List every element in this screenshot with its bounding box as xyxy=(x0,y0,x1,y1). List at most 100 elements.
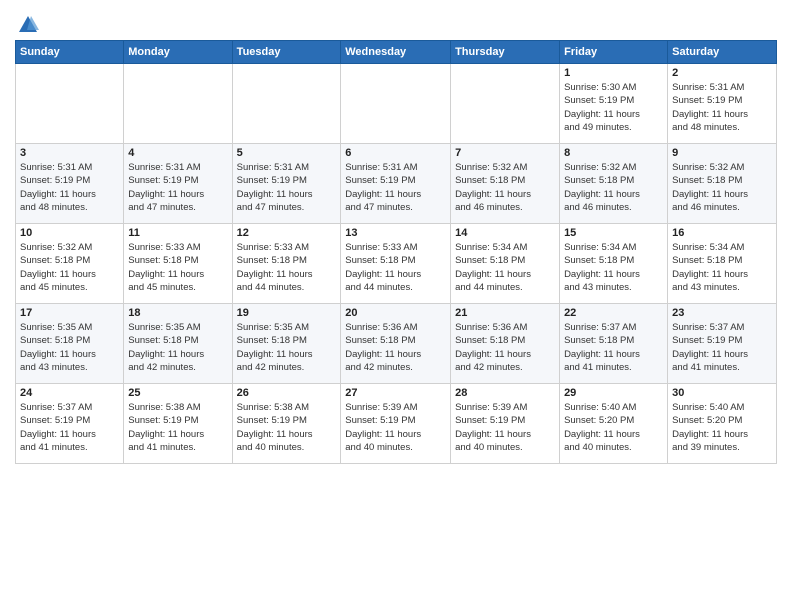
calendar-cell: 28 Sunrise: 5:39 AMSunset: 5:19 PMDayligh… xyxy=(451,384,560,464)
calendar-cell: 1 Sunrise: 5:30 AMSunset: 5:19 PMDaylight… xyxy=(560,64,668,144)
day-info: Sunrise: 5:31 AMSunset: 5:19 PMDaylight:… xyxy=(237,161,337,214)
day-info: Sunrise: 5:32 AMSunset: 5:18 PMDaylight:… xyxy=(564,161,663,214)
calendar-cell: 25 Sunrise: 5:38 AMSunset: 5:19 PMDayligh… xyxy=(124,384,232,464)
calendar-cell: 19 Sunrise: 5:35 AMSunset: 5:18 PMDayligh… xyxy=(232,304,341,384)
week-row-5: 24 Sunrise: 5:37 AMSunset: 5:19 PMDayligh… xyxy=(16,384,777,464)
calendar-cell: 11Sunrise: 5:33 AMSunset: 5:18 PMDayligh… xyxy=(124,224,232,304)
calendar-cell xyxy=(232,64,341,144)
weekday-header-monday: Monday xyxy=(124,41,232,64)
calendar-cell: 29 Sunrise: 5:40 AMSunset: 5:20 PMDayligh… xyxy=(560,384,668,464)
calendar-cell: 17 Sunrise: 5:35 AMSunset: 5:18 PMDayligh… xyxy=(16,304,124,384)
logo-area xyxy=(15,14,39,36)
day-number: 18 xyxy=(128,307,227,319)
day-number: 9 xyxy=(672,147,772,159)
calendar-cell xyxy=(16,64,124,144)
calendar-cell: 7Sunrise: 5:32 AMSunset: 5:18 PMDaylight… xyxy=(451,144,560,224)
weekday-header-wednesday: Wednesday xyxy=(341,41,451,64)
header xyxy=(15,10,777,36)
weekday-header-friday: Friday xyxy=(560,41,668,64)
day-info: Sunrise: 5:32 AMSunset: 5:18 PMDaylight:… xyxy=(20,241,119,294)
day-info: Sunrise: 5:30 AMSunset: 5:19 PMDaylight:… xyxy=(564,81,663,134)
weekday-header-thursday: Thursday xyxy=(451,41,560,64)
calendar-cell: 4Sunrise: 5:31 AMSunset: 5:19 PMDaylight… xyxy=(124,144,232,224)
day-info: Sunrise: 5:32 AMSunset: 5:18 PMDaylight:… xyxy=(455,161,555,214)
calendar-cell xyxy=(124,64,232,144)
day-number: 23 xyxy=(672,307,772,319)
day-number: 2 xyxy=(672,67,772,79)
day-info: Sunrise: 5:32 AMSunset: 5:18 PMDaylight:… xyxy=(672,161,772,214)
calendar-cell: 16 Sunrise: 5:34 AMSunset: 5:18 PMDayligh… xyxy=(668,224,777,304)
day-info: Sunrise: 5:36 AMSunset: 5:18 PMDaylight:… xyxy=(455,321,555,374)
day-number: 22 xyxy=(564,307,663,319)
day-number: 29 xyxy=(564,387,663,399)
calendar-cell: 15Sunrise: 5:34 AMSunset: 5:18 PMDayligh… xyxy=(560,224,668,304)
calendar-cell: 26 Sunrise: 5:38 AMSunset: 5:19 PMDayligh… xyxy=(232,384,341,464)
day-number: 24 xyxy=(20,387,119,399)
calendar-cell: 10 Sunrise: 5:32 AMSunset: 5:18 PMDayligh… xyxy=(16,224,124,304)
calendar-header: SundayMondayTuesdayWednesdayThursdayFrid… xyxy=(16,41,777,64)
logo xyxy=(15,14,39,36)
day-number: 10 xyxy=(20,227,119,239)
day-number: 13 xyxy=(345,227,446,239)
calendar-cell xyxy=(341,64,451,144)
calendar-body: 1 Sunrise: 5:30 AMSunset: 5:19 PMDaylight… xyxy=(16,64,777,464)
calendar-cell: 6 Sunrise: 5:31 AMSunset: 5:19 PMDaylight… xyxy=(341,144,451,224)
calendar-cell: 13 Sunrise: 5:33 AMSunset: 5:18 PMDayligh… xyxy=(341,224,451,304)
day-info: Sunrise: 5:40 AMSunset: 5:20 PMDaylight:… xyxy=(672,401,772,454)
day-info: Sunrise: 5:35 AMSunset: 5:18 PMDaylight:… xyxy=(237,321,337,374)
day-info: Sunrise: 5:33 AMSunset: 5:18 PMDaylight:… xyxy=(345,241,446,294)
day-info: Sunrise: 5:39 AMSunset: 5:19 PMDaylight:… xyxy=(345,401,446,454)
day-number: 19 xyxy=(237,307,337,319)
day-info: Sunrise: 5:36 AMSunset: 5:18 PMDaylight:… xyxy=(345,321,446,374)
calendar-cell xyxy=(451,64,560,144)
day-info: Sunrise: 5:38 AMSunset: 5:19 PMDaylight:… xyxy=(128,401,227,454)
calendar-table: SundayMondayTuesdayWednesdayThursdayFrid… xyxy=(15,40,777,464)
calendar-cell: 24 Sunrise: 5:37 AMSunset: 5:19 PMDayligh… xyxy=(16,384,124,464)
day-info: Sunrise: 5:33 AMSunset: 5:18 PMDaylight:… xyxy=(237,241,337,294)
calendar-cell: 14 Sunrise: 5:34 AMSunset: 5:18 PMDayligh… xyxy=(451,224,560,304)
day-info: Sunrise: 5:39 AMSunset: 5:19 PMDaylight:… xyxy=(455,401,555,454)
day-info: Sunrise: 5:37 AMSunset: 5:19 PMDaylight:… xyxy=(672,321,772,374)
day-number: 5 xyxy=(237,147,337,159)
weekday-header-sunday: Sunday xyxy=(16,41,124,64)
day-number: 14 xyxy=(455,227,555,239)
week-row-3: 10 Sunrise: 5:32 AMSunset: 5:18 PMDayligh… xyxy=(16,224,777,304)
calendar-cell: 20 Sunrise: 5:36 AMSunset: 5:18 PMDayligh… xyxy=(341,304,451,384)
calendar-cell: 8 Sunrise: 5:32 AMSunset: 5:18 PMDaylight… xyxy=(560,144,668,224)
weekday-header-tuesday: Tuesday xyxy=(232,41,341,64)
calendar-cell: 9 Sunrise: 5:32 AMSunset: 5:18 PMDaylight… xyxy=(668,144,777,224)
day-number: 6 xyxy=(345,147,446,159)
calendar-cell: 5 Sunrise: 5:31 AMSunset: 5:19 PMDaylight… xyxy=(232,144,341,224)
day-info: Sunrise: 5:35 AMSunset: 5:18 PMDaylight:… xyxy=(20,321,119,374)
week-row-4: 17 Sunrise: 5:35 AMSunset: 5:18 PMDayligh… xyxy=(16,304,777,384)
calendar-cell: 3 Sunrise: 5:31 AMSunset: 5:19 PMDaylight… xyxy=(16,144,124,224)
weekday-header-saturday: Saturday xyxy=(668,41,777,64)
day-info: Sunrise: 5:31 AMSunset: 5:19 PMDaylight:… xyxy=(20,161,119,214)
day-info: Sunrise: 5:34 AMSunset: 5:18 PMDaylight:… xyxy=(455,241,555,294)
calendar-cell: 23 Sunrise: 5:37 AMSunset: 5:19 PMDayligh… xyxy=(668,304,777,384)
day-number: 28 xyxy=(455,387,555,399)
day-info: Sunrise: 5:38 AMSunset: 5:19 PMDaylight:… xyxy=(237,401,337,454)
day-info: Sunrise: 5:37 AMSunset: 5:19 PMDaylight:… xyxy=(20,401,119,454)
day-number: 3 xyxy=(20,147,119,159)
day-info: Sunrise: 5:34 AMSunset: 5:18 PMDaylight:… xyxy=(564,241,663,294)
day-number: 21 xyxy=(455,307,555,319)
calendar-cell: 2Sunrise: 5:31 AMSunset: 5:19 PMDaylight… xyxy=(668,64,777,144)
day-number: 17 xyxy=(20,307,119,319)
day-info: Sunrise: 5:31 AMSunset: 5:19 PMDaylight:… xyxy=(128,161,227,214)
day-number: 1 xyxy=(564,67,663,79)
day-number: 16 xyxy=(672,227,772,239)
day-info: Sunrise: 5:37 AMSunset: 5:18 PMDaylight:… xyxy=(564,321,663,374)
day-number: 26 xyxy=(237,387,337,399)
day-number: 8 xyxy=(564,147,663,159)
day-number: 20 xyxy=(345,307,446,319)
day-info: Sunrise: 5:40 AMSunset: 5:20 PMDaylight:… xyxy=(564,401,663,454)
calendar-cell: 18 Sunrise: 5:35 AMSunset: 5:18 PMDayligh… xyxy=(124,304,232,384)
day-info: Sunrise: 5:31 AMSunset: 5:19 PMDaylight:… xyxy=(345,161,446,214)
calendar-cell: 30Sunrise: 5:40 AMSunset: 5:20 PMDayligh… xyxy=(668,384,777,464)
day-number: 27 xyxy=(345,387,446,399)
day-number: 12 xyxy=(237,227,337,239)
day-number: 25 xyxy=(128,387,227,399)
day-info: Sunrise: 5:34 AMSunset: 5:18 PMDaylight:… xyxy=(672,241,772,294)
day-info: Sunrise: 5:35 AMSunset: 5:18 PMDaylight:… xyxy=(128,321,227,374)
